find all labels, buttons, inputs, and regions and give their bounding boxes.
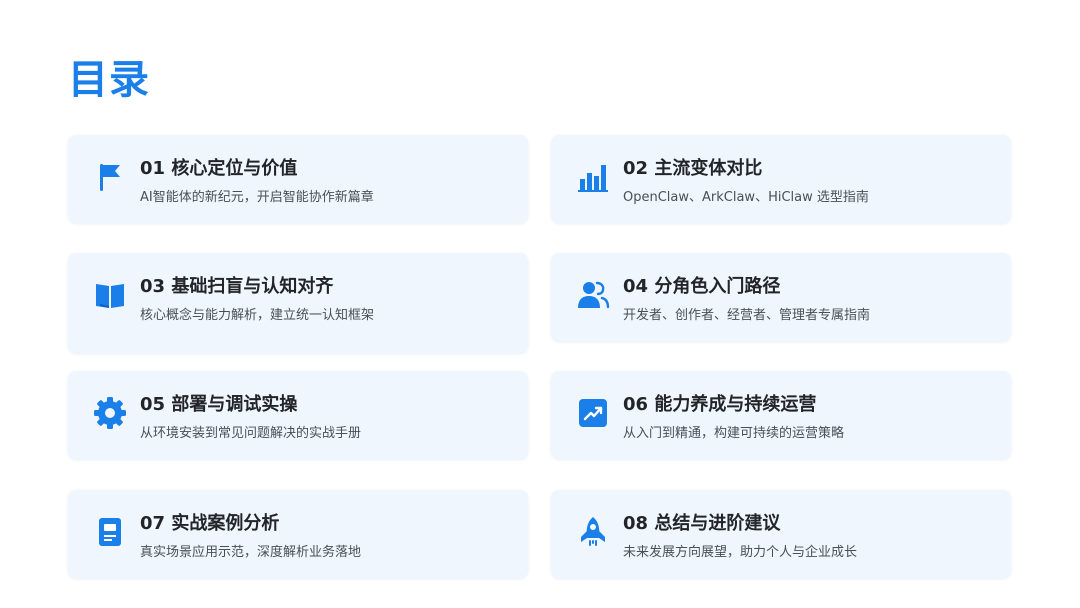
gear-icon [90, 393, 130, 433]
toc-item-subtitle: 核心概念与能力解析，建立统一认知框架 [140, 308, 375, 323]
trending-up-icon [573, 393, 613, 433]
toc-item-title: 02 主流变体对比 [623, 158, 763, 179]
toc-item-06[interactable]: 06 能力养成与持续运营 从入门到精通，构建可持续的运营策略 [551, 371, 1011, 459]
toc-item-04[interactable]: 04 分角色入门路径 开发者、创作者、经营者、管理者专属指南 [551, 253, 1011, 341]
users-icon [573, 275, 613, 315]
toc-item-title: 05 部署与调试实操 [140, 394, 298, 415]
toc-item-title: 04 分角色入门路径 [623, 276, 781, 297]
toc-item-subtitle: 真实场景应用示范，深度解析业务落地 [140, 545, 362, 560]
toc-item-07[interactable]: 07 实战案例分析 真实场景应用示范，深度解析业务落地 [68, 490, 528, 578]
toc-item-subtitle: AI智能体的新纪元，开启智能协作新篇章 [140, 190, 374, 205]
bar-chart-icon [573, 157, 613, 197]
toc-item-title: 01 核心定位与价值 [140, 158, 298, 179]
document-icon [90, 512, 130, 552]
toc-item-subtitle: 开发者、创作者、经营者、管理者专属指南 [623, 308, 871, 323]
toc-item-08[interactable]: 08 总结与进阶建议 未来发展方向展望，助力个人与企业成长 [551, 490, 1011, 578]
toc-item-subtitle: OpenClaw、ArkClaw、HiClaw 选型指南 [623, 190, 869, 205]
toc-item-01[interactable]: 01 核心定位与价值 AI智能体的新纪元，开启智能协作新篇章 [68, 135, 528, 223]
toc-item-03[interactable]: 03 基础扫盲与认知对齐 核心概念与能力解析，建立统一认知框架 [68, 253, 528, 353]
toc-item-title: 03 基础扫盲与认知对齐 [140, 276, 334, 297]
page-title: 目录 [68, 57, 150, 103]
flag-icon [90, 157, 130, 197]
rocket-icon [573, 512, 613, 552]
toc-item-05[interactable]: 05 部署与调试实操 从环境安装到常见问题解决的实战手册 [68, 371, 528, 459]
toc-item-title: 06 能力养成与持续运营 [623, 394, 817, 415]
toc-item-title: 07 实战案例分析 [140, 513, 280, 534]
toc-item-subtitle: 未来发展方向展望，助力个人与企业成长 [623, 545, 858, 560]
book-icon [90, 275, 130, 315]
toc-item-subtitle: 从入门到精通，构建可持续的运营策略 [623, 426, 845, 441]
toc-item-title: 08 总结与进阶建议 [623, 513, 781, 534]
toc-item-subtitle: 从环境安装到常见问题解决的实战手册 [140, 426, 362, 441]
toc-item-02[interactable]: 02 主流变体对比 OpenClaw、ArkClaw、HiClaw 选型指南 [551, 135, 1011, 223]
